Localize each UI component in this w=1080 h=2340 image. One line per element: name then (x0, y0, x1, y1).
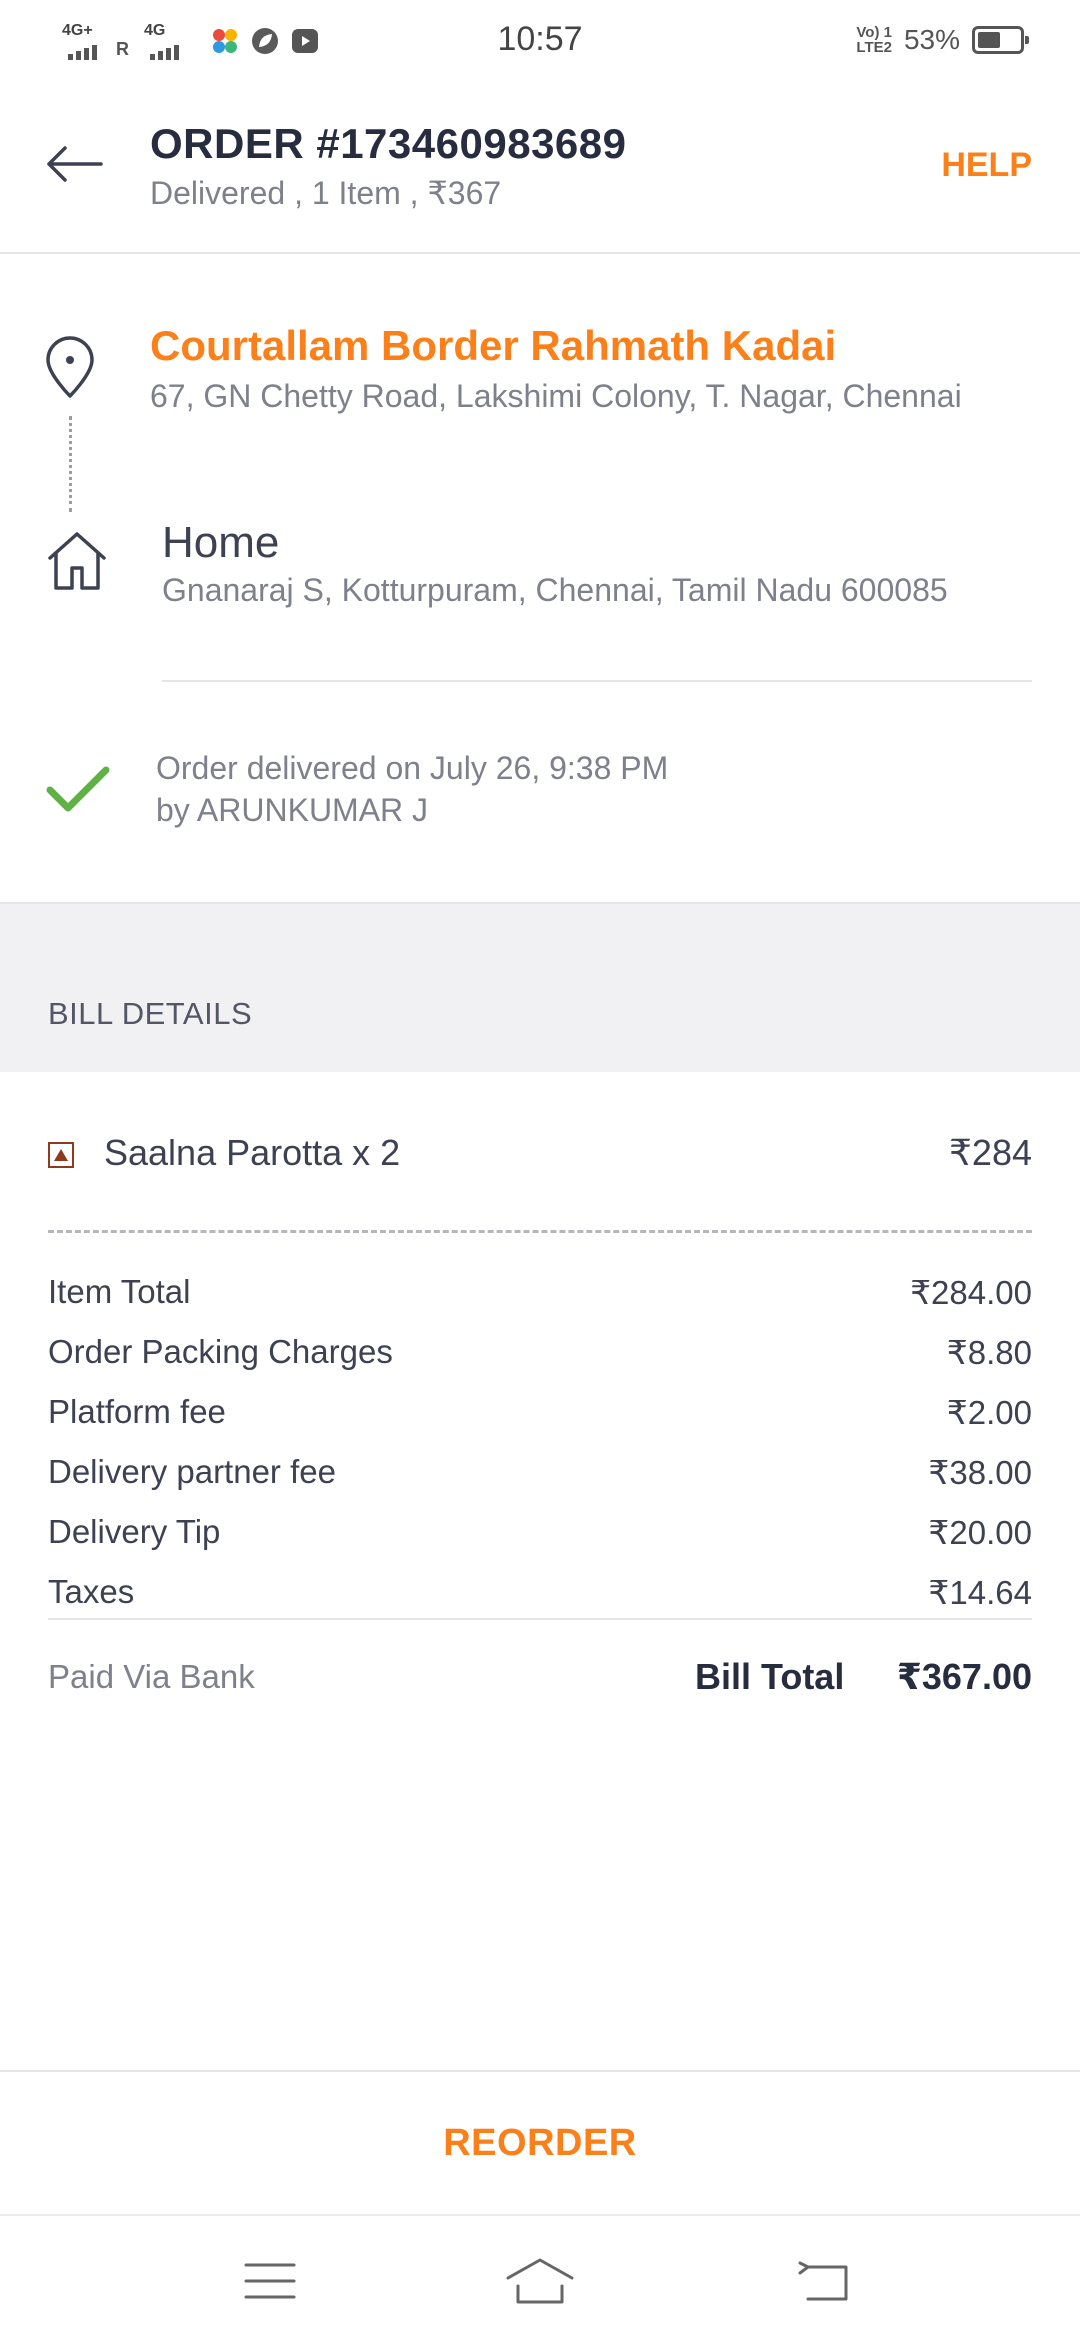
home-nav-icon (506, 2258, 574, 2304)
charge-row: Item Total ₹284.00 (48, 1262, 1032, 1322)
charge-label: Item Total (48, 1273, 191, 1310)
list-item: Saalna Parotta x 2 ₹284 (0, 1120, 1080, 1190)
bill-details-heading: BILL DETAILS (48, 996, 253, 1031)
delivery-route: Courtallam Border Rahmath Kadai 67, GN C… (0, 256, 1080, 902)
menu-nav-button[interactable] (238, 2256, 302, 2306)
charge-label: Order Packing Charges (48, 1333, 393, 1370)
charge-row: Delivery partner fee ₹38.00 (48, 1442, 1032, 1502)
home-nav-button[interactable] (504, 2256, 576, 2306)
volte-icon: Vo) 1 LTE2 (856, 24, 892, 56)
route-connector (69, 416, 72, 512)
charge-row: Platform fee ₹2.00 (48, 1382, 1032, 1442)
divider (48, 1618, 1032, 1620)
order-summary: Delivered , 1 Item , ₹367 (150, 175, 502, 211)
restaurant-name: Courtallam Border Rahmath Kadai (150, 322, 837, 369)
delivery-status: Order delivered on July 26, 9:38 PM (156, 750, 669, 786)
location-pin-icon (46, 336, 94, 398)
destination-label: Home (162, 518, 280, 567)
home-icon (48, 532, 106, 590)
charge-row: Order Packing Charges ₹8.80 (48, 1322, 1032, 1382)
charge-row: Taxes ₹14.64 (48, 1562, 1032, 1622)
help-button[interactable]: HELP (941, 146, 1032, 185)
non-veg-mark-icon (48, 1142, 74, 1168)
bill-total-label: Bill Total (695, 1656, 845, 1697)
charge-value: ₹14.64 (928, 1573, 1032, 1611)
item-price: ₹284 (949, 1132, 1032, 1173)
charge-value: ₹38.00 (928, 1453, 1032, 1491)
system-nav-bar (0, 2214, 1080, 2340)
charge-value: ₹2.00 (946, 1393, 1032, 1431)
destination-address: Gnanaraj S, Kotturpuram, Chennai, Tamil … (162, 572, 948, 608)
restaurant-address: 67, GN Chetty Road, Lakshimi Colony, T. … (150, 378, 962, 414)
battery-percent: 53% (903, 24, 960, 55)
dashed-divider (48, 1230, 1032, 1233)
status-bar: 4G+ R 4G 10:57 Vo) 1 LTE2 53% (0, 0, 1080, 84)
back-nav-button[interactable] (792, 2256, 856, 2306)
order-title: ORDER #173460983689 (150, 120, 627, 167)
check-icon (46, 766, 110, 812)
order-header: ORDER #173460983689 Delivered , 1 Item ,… (0, 84, 1080, 254)
charge-value: ₹284.00 (910, 1273, 1032, 1311)
menu-icon (244, 2263, 296, 2299)
item-name: Saalna Parotta x 2 (104, 1132, 401, 1173)
status-right: Vo) 1 LTE2 53% (856, 24, 1029, 56)
back-nav-icon (798, 2261, 848, 2301)
delivery-partner: by ARUNKUMAR J (156, 792, 429, 828)
arrow-left-icon (47, 146, 103, 182)
bill-charges: Item Total ₹284.00 Order Packing Charges… (48, 1262, 1032, 1622)
back-button[interactable] (40, 130, 108, 198)
charge-label: Taxes (48, 1573, 135, 1610)
divider (162, 680, 1032, 682)
reorder-button[interactable]: REORDER (443, 2122, 637, 2165)
reorder-bar: REORDER (0, 2070, 1080, 2214)
charge-label: Delivery partner fee (48, 1453, 336, 1490)
charge-label: Platform fee (48, 1393, 226, 1430)
charge-label: Delivery Tip (48, 1513, 221, 1550)
payment-method: Paid Via Bank (48, 1658, 255, 1695)
battery-icon (972, 26, 1029, 54)
bill-total-value: ₹367.00 (896, 1656, 1032, 1697)
charge-row: Delivery Tip ₹20.00 (48, 1502, 1032, 1562)
charge-value: ₹8.80 (946, 1333, 1032, 1371)
bill-details-section: BILL DETAILS (0, 902, 1080, 1072)
charge-value: ₹20.00 (928, 1513, 1032, 1551)
